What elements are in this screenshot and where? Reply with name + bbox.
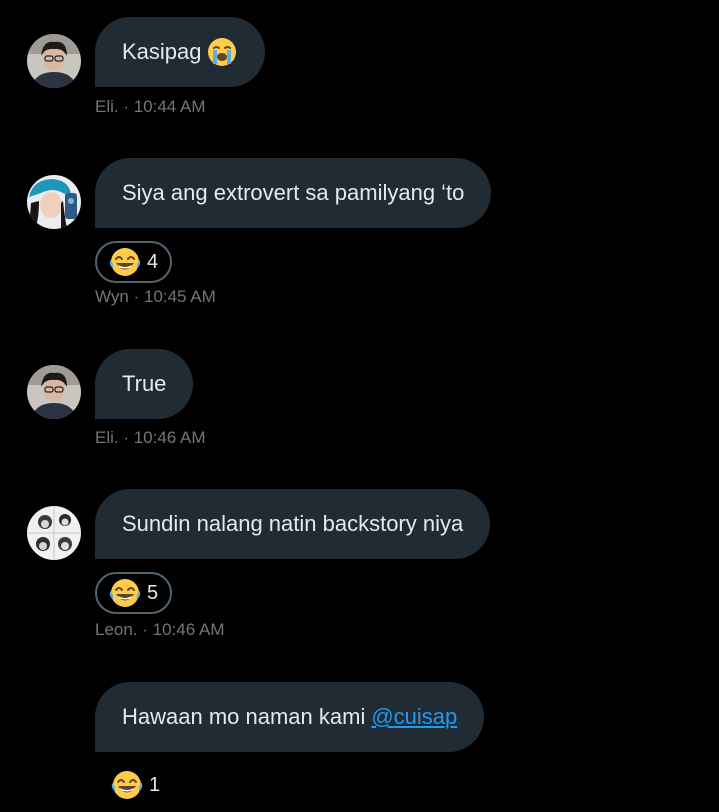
reaction-pill[interactable]: 5 — [95, 572, 173, 614]
message-text: Hawaan mo naman kami — [122, 704, 366, 729]
message-meta: Leon. · 10:46 AM — [95, 620, 225, 639]
reaction-count: 1 — [149, 773, 161, 796]
eli-avatar[interactable] — [27, 365, 81, 419]
message-meta: Wyn · 10:45 AM — [95, 287, 216, 306]
message-meta: Eli. · 10:46 AM — [95, 428, 206, 447]
reaction-count: 4 — [147, 250, 159, 273]
message-text: True — [122, 371, 167, 396]
message-text: Siya ang extrovert sa pamilyang ‘to — [122, 180, 465, 205]
message-bubble[interactable]: True — [95, 349, 194, 419]
reaction-pill[interactable]: 4 — [95, 241, 173, 283]
face-with-tears-of-joy-icon — [109, 577, 141, 609]
message-meta: Eli. · 10:44 AM — [95, 97, 206, 116]
leon-avatar[interactable] — [27, 506, 81, 560]
message-bubble[interactable]: Kasipag — [95, 17, 265, 87]
message-text: Sundin nalang natin backstory niya — [122, 511, 464, 536]
face-with-tears-of-joy-icon — [109, 246, 141, 278]
eli-avatar[interactable] — [27, 34, 81, 88]
reaction-pill[interactable]: 1 — [97, 764, 174, 806]
message-bubble[interactable]: Sundin nalang natin backstory niya — [95, 489, 491, 559]
message-text: Kasipag — [122, 39, 202, 64]
loudly-crying-face-icon — [206, 36, 238, 68]
message-bubble[interactable]: Siya ang extrovert sa pamilyang ‘to — [95, 158, 492, 228]
message-bubble[interactable]: Hawaan mo naman kami @cuisap — [95, 682, 485, 752]
face-with-tears-of-joy-icon — [111, 769, 143, 801]
reaction-count: 5 — [147, 581, 159, 604]
wyn-avatar[interactable] — [27, 175, 81, 229]
mention-link[interactable]: @cuisap — [371, 704, 457, 730]
